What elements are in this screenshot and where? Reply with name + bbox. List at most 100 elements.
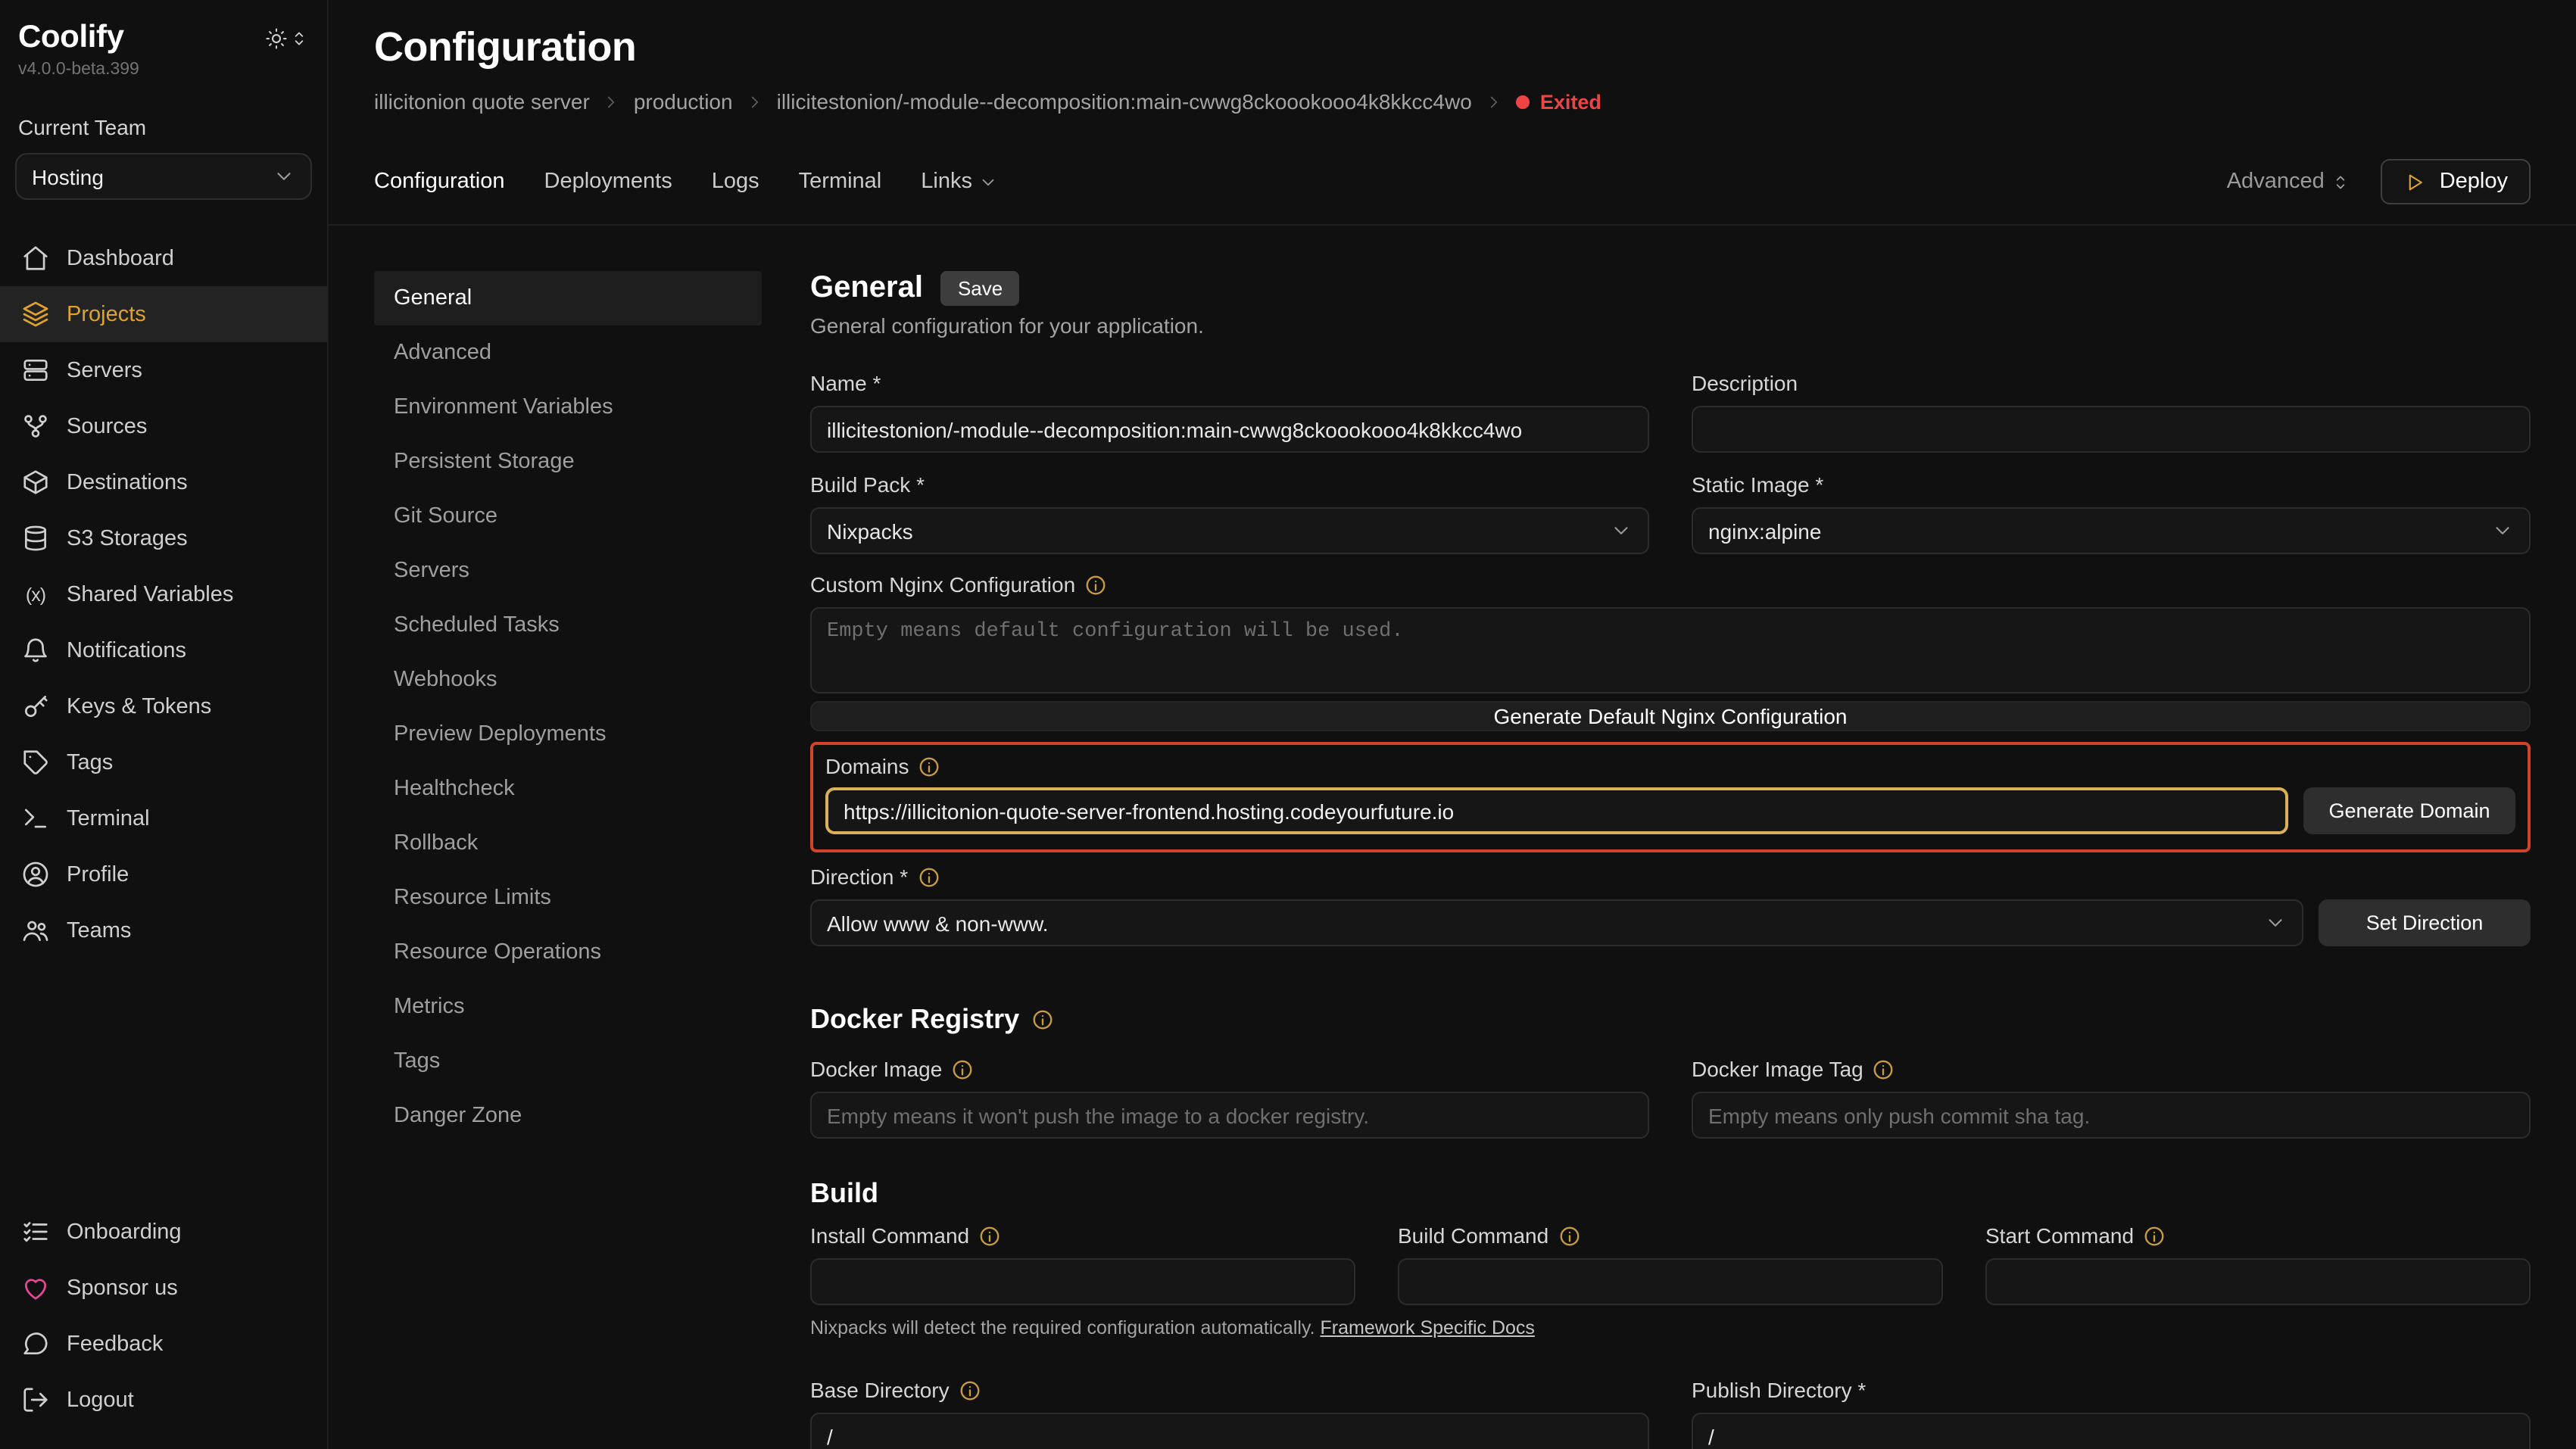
advanced-toggle[interactable]: Advanced [2227,170,2350,194]
install-command-input[interactable] [810,1258,1355,1305]
sidebar-item-feedback[interactable]: Feedback [0,1316,327,1372]
docker-image-tag-label: Docker Image Tag [1692,1057,2531,1081]
sidebar-item-onboarding[interactable]: Onboarding [0,1204,327,1260]
nginx-config-textarea[interactable] [810,607,2531,693]
static-image-select[interactable]: nginx:alpine [1692,507,2531,554]
info-icon[interactable] [978,1224,1001,1247]
status-label: Exited [1540,90,1601,113]
sidebar-item-dashboard[interactable]: Dashboard [0,230,327,286]
tab-links[interactable]: Links [921,170,998,194]
base-directory-field: Base Directory [810,1378,1649,1449]
base-directory-input[interactable] [810,1413,1649,1449]
subnav-item-resource-limits[interactable]: Resource Limits [374,871,762,925]
deploy-button[interactable]: Deploy [2381,159,2531,204]
description-input[interactable] [1692,406,2531,453]
set-direction-button[interactable]: Set Direction [2319,899,2531,946]
sidebar-item-tags[interactable]: Tags [0,734,327,790]
info-icon[interactable] [1031,1008,1054,1031]
subnav-item-advanced[interactable]: Advanced [374,326,762,380]
build-command-input[interactable] [1398,1258,1943,1305]
app-logo: Coolify [18,20,124,56]
app-version: v4.0.0-beta.399 [0,56,327,79]
subnav-item-scheduled-tasks[interactable]: Scheduled Tasks [374,598,762,653]
subnav-item-danger-zone[interactable]: Danger Zone [374,1089,762,1143]
subnav-item-environment-variables[interactable]: Environment Variables [374,380,762,435]
chevron-down-icon [2491,519,2514,542]
sidebar-item-sources[interactable]: Sources [0,398,327,454]
direction-select[interactable]: Allow www & non-www. [810,899,2303,946]
tab-configuration[interactable]: Configuration [374,170,505,194]
sidebar-footer-nav: Onboarding Sponsor us Feedback Logout [0,1204,327,1428]
save-button[interactable]: Save [941,271,1019,306]
configuration-content: General Advanced Environment Variables P… [329,226,2576,1449]
info-icon[interactable] [1873,1058,1895,1080]
subnav-item-healthcheck[interactable]: Healthcheck [374,762,762,816]
sidebar-item-keys-tokens[interactable]: Keys & Tokens [0,678,327,734]
breadcrumb-application[interactable]: illicitestonion/-module--decomposition:m… [777,89,1472,114]
tab-deployments[interactable]: Deployments [544,170,672,194]
info-icon[interactable] [918,755,941,777]
docker-image-field: Docker Image [810,1057,1649,1139]
sidebar-item-servers[interactable]: Servers [0,342,327,398]
subnav-item-general[interactable]: General [374,271,762,326]
sidebar-item-teams[interactable]: Teams [0,902,327,958]
chevron-right-icon [602,92,622,111]
configuration-subnav: General Advanced Environment Variables P… [374,271,762,1449]
tag-icon [21,748,50,777]
chevron-down-icon [978,172,998,192]
info-icon[interactable] [917,865,940,888]
sidebar-item-projects[interactable]: Projects [0,286,327,342]
sidebar-item-profile[interactable]: Profile [0,846,327,902]
generate-domain-button[interactable]: Generate Domain [2303,787,2515,834]
theme-toggle[interactable] [265,26,309,49]
subnav-item-git-source[interactable]: Git Source [374,489,762,544]
subnav-item-webhooks[interactable]: Webhooks [374,653,762,707]
subnav-item-persistent-storage[interactable]: Persistent Storage [374,435,762,489]
tab-logs[interactable]: Logs [712,170,759,194]
sidebar-item-s3-storages[interactable]: S3 Storages [0,510,327,566]
nixpacks-note: Nixpacks will detect the required config… [810,1317,2531,1338]
domains-highlight-box: Domains Generate Domain [810,742,2531,852]
status-badge: Exited [1516,90,1601,113]
sidebar-item-notifications[interactable]: Notifications [0,622,327,678]
layers-icon [21,300,50,329]
install-command-label: Install Command [810,1223,1355,1248]
subnav-item-metrics[interactable]: Metrics [374,980,762,1034]
generate-nginx-button[interactable]: Generate Default Nginx Configuration [810,701,2531,731]
breadcrumb-environment[interactable]: production [634,89,733,114]
info-icon[interactable] [2143,1224,2166,1247]
info-icon[interactable] [951,1058,974,1080]
info-icon[interactable] [1084,573,1107,596]
sun-icon [265,26,288,49]
docker-image-input[interactable] [810,1092,1649,1139]
tab-terminal[interactable]: Terminal [799,170,882,194]
team-select[interactable]: Hosting [15,153,312,200]
subnav-item-servers[interactable]: Servers [374,544,762,598]
current-team-label: Current Team [0,79,327,153]
info-icon[interactable] [1558,1224,1580,1247]
sidebar-item-terminal[interactable]: Terminal [0,790,327,846]
team-select-value: Hosting [32,164,104,189]
info-icon[interactable] [959,1379,981,1401]
domains-input[interactable] [825,787,2288,834]
sidebar-item-sponsor[interactable]: Sponsor us [0,1260,327,1316]
name-field: Name * [810,371,1649,453]
publish-directory-input[interactable] [1692,1413,2531,1449]
build-pack-select[interactable]: Nixpacks [810,507,1649,554]
docker-image-tag-input[interactable] [1692,1092,2531,1139]
play-icon [2403,170,2426,193]
start-command-input[interactable] [1985,1258,2531,1305]
framework-docs-link[interactable]: Framework Specific Docs [1321,1317,1535,1338]
subnav-item-rollback[interactable]: Rollback [374,816,762,871]
subnav-item-tags[interactable]: Tags [374,1034,762,1089]
sidebar-item-shared-variables[interactable]: (x)Shared Variables [0,566,327,622]
static-image-label: Static Image * [1692,472,2531,497]
chevron-up-down-icon [289,28,309,48]
message-icon [21,1329,50,1358]
subnav-item-resource-operations[interactable]: Resource Operations [374,925,762,980]
sidebar-item-destinations[interactable]: Destinations [0,454,327,510]
subnav-item-preview-deployments[interactable]: Preview Deployments [374,707,762,762]
breadcrumb-project[interactable]: illicitonion quote server [374,89,590,114]
sidebar-item-logout[interactable]: Logout [0,1372,327,1428]
name-input[interactable] [810,406,1649,453]
